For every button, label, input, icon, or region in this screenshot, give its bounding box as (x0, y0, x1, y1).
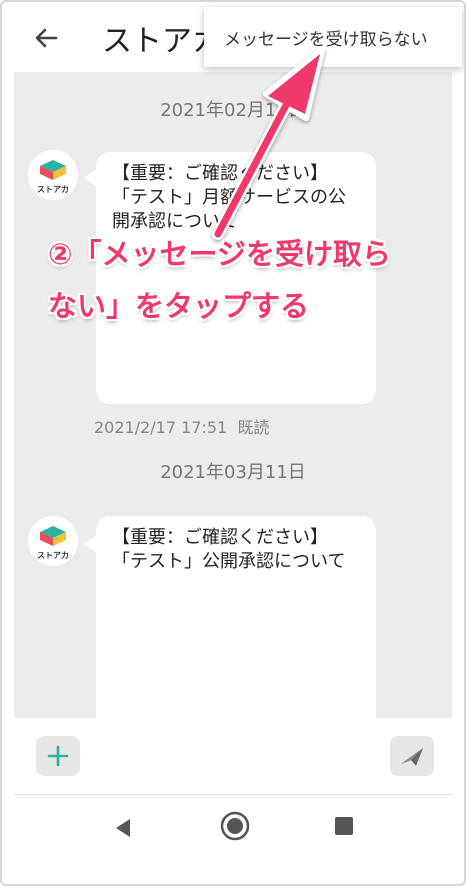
read-status: 既読 (237, 418, 270, 437)
menu-item-stop-messages[interactable]: メッセージを受け取らない (224, 25, 428, 50)
svg-text:ストアカ: ストアカ (37, 185, 69, 194)
phone-screen: ストアカ 2021年02月17日 ストアカ 【重要：ご確認ください】 「テスト」… (0, 0, 466, 886)
nav-back-icon[interactable] (110, 815, 136, 841)
svg-text:ストアカ: ストアカ (37, 551, 69, 560)
overflow-menu: メッセージを受け取らない (204, 7, 462, 67)
annotation-text: ②「メッセージを受け取ら (48, 237, 391, 271)
message-list[interactable]: 2021年02月17日 ストアカ 【重要：ご確認ください】 「テスト」月額サービ… (14, 72, 452, 718)
timestamp: 2021/2/17 17:51 (94, 418, 228, 437)
storeca-logo-icon: ストアカ (28, 516, 78, 566)
message-line: 【重要：ご確認ください】 (112, 163, 328, 184)
message-timestamp: 2021/2/17 17:51 既読 (94, 414, 269, 438)
message-line: 【重要：ご確認ください】 (112, 527, 328, 548)
send-button[interactable] (390, 736, 434, 776)
message-line: 「テスト」月額サービスの公 (112, 187, 346, 208)
message-bubble[interactable]: 【重要：ご確認ください】 「テスト」公開承認について (96, 516, 376, 718)
avatar: ストアカ (28, 150, 78, 200)
message-line: 「テスト」公開承認について (112, 551, 346, 572)
date-separator: 2021年03月11日 (160, 462, 306, 483)
storeca-logo-icon: ストアカ (28, 150, 78, 200)
add-attachment-button[interactable] (36, 736, 80, 776)
arrow-left-icon[interactable] (30, 22, 62, 54)
avatar: ストアカ (28, 516, 78, 566)
nav-recents-icon[interactable] (333, 815, 355, 837)
message-bubble[interactable]: 【重要：ご確認ください】 「テスト」月額サービスの公 開承認について (96, 152, 376, 404)
date-separator: 2021年02月17日 (160, 100, 306, 121)
nav-home-icon[interactable] (218, 809, 252, 843)
plus-icon (47, 745, 69, 767)
send-icon (401, 748, 423, 766)
annotation-text: ない」をタップする (48, 289, 310, 323)
system-nav-bar (2, 795, 464, 884)
